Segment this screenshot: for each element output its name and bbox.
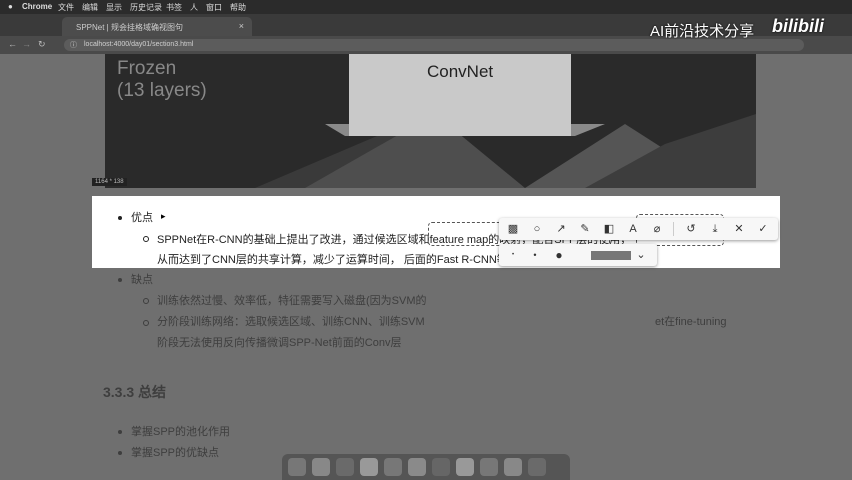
cnn-figure-image: Frozen (13 layers) ConvNet (105, 54, 756, 188)
chrome-icon[interactable] (360, 458, 378, 476)
app-icon[interactable] (528, 458, 546, 476)
annotation-toolbar: ▩ ○ ↗ ✎ ◧ A ⌀ ↺ ⤓ ✕ ✓ (499, 218, 778, 240)
bullet (143, 236, 149, 242)
tab-title: SPPNet | 规会挂格域确视图句 (76, 23, 183, 32)
app-icon[interactable] (456, 458, 474, 476)
cons-item-2-tail: et在fine-tuning (655, 316, 727, 328)
pen-icon[interactable]: ✎ (577, 221, 593, 237)
browser-tab[interactable]: SPPNet | 规会挂格域确视图句 × (62, 17, 252, 36)
cursor-icon: ▸ (161, 211, 166, 221)
bullet (143, 320, 149, 326)
menu-history[interactable]: 历史记录 (130, 2, 162, 13)
confirm-icon[interactable]: ✓ (755, 221, 771, 237)
launchpad-icon[interactable] (312, 458, 330, 476)
watermark-text: AI前沿技术分享 (650, 23, 755, 40)
menu-bar: ● Chrome 文件 编辑 显示 历史记录 书签 人 窗口 帮助 (0, 0, 852, 14)
back-icon[interactable]: ← (8, 39, 17, 49)
menu-people[interactable]: 人 (190, 2, 198, 13)
page-content: Frozen (13 layers) ConvNet 1164 * 138 优点… (0, 54, 852, 480)
frozen-label: Frozen (13 layers) (117, 58, 207, 101)
convnet-label: ConvNet (427, 62, 494, 81)
arrow-icon[interactable]: ↗ (553, 221, 569, 237)
bilibili-logo: bilibili (772, 16, 824, 36)
size-large-icon[interactable]: ● (551, 247, 567, 263)
eraser-icon[interactable]: ⌀ (649, 221, 665, 237)
ellipse-icon[interactable]: ○ (529, 221, 545, 237)
dimension-badge: 1164 * 138 (92, 178, 127, 186)
size-small-icon[interactable]: • (505, 247, 521, 263)
bullet (118, 451, 122, 455)
download-icon[interactable]: ⤓ (707, 221, 723, 237)
url-text: localhost:4000/day01/section3.html (84, 41, 194, 48)
menu-view[interactable]: 显示 (106, 2, 122, 13)
toolbar-divider (673, 222, 674, 236)
apple-icon[interactable]: ● (8, 2, 13, 11)
undo-icon[interactable]: ↺ (683, 221, 699, 237)
section-title: 3.3.3 总结 (103, 384, 167, 400)
safari-icon[interactable] (336, 458, 354, 476)
pros-title: 优点 (131, 212, 153, 224)
reload-icon[interactable]: ↻ (38, 39, 46, 50)
chevron-down-icon[interactable]: ⌄ (633, 247, 649, 263)
color-picker[interactable] (591, 251, 631, 260)
menu-bookmarks[interactable]: 书签 (166, 2, 182, 13)
app-icon[interactable] (480, 458, 498, 476)
menu-window[interactable]: 窗口 (206, 2, 222, 13)
annotation-options-bar: • • ● ⌄ (499, 244, 657, 266)
cons-item-1: 训练依然过慢、效率低，特征需要写入磁盘(因为SVM的 (157, 295, 427, 307)
summary-item-1: 掌握SPP的池化作用 (131, 426, 231, 438)
preview-icon[interactable] (408, 458, 426, 476)
close-tab-icon[interactable]: × (239, 21, 244, 31)
close-icon[interactable]: ✕ (731, 221, 747, 237)
forward-icon[interactable]: → (22, 39, 31, 49)
bullet (118, 216, 122, 220)
mosaic-icon[interactable]: ▩ (505, 221, 521, 237)
info-icon[interactable]: ⓘ (70, 40, 77, 50)
terminal-icon[interactable] (384, 458, 402, 476)
app-icon[interactable] (504, 458, 522, 476)
menu-app-name[interactable]: Chrome (22, 2, 52, 11)
blur-icon[interactable]: ◧ (601, 221, 617, 237)
dock (282, 454, 570, 480)
bullet (118, 278, 122, 282)
notes-icon[interactable] (432, 458, 450, 476)
cons-item-2: 分阶段训练网络：选取候选区域、训练CNN、训练SVM (157, 316, 425, 328)
cons-title: 缺点 (131, 274, 153, 286)
cons-item-2-line-2: 阶段无法使用反向传播微调SPP-Net前面的Conv层 (157, 337, 402, 349)
menu-edit[interactable]: 编辑 (82, 2, 98, 13)
finder-icon[interactable] (288, 458, 306, 476)
menu-file[interactable]: 文件 (58, 2, 74, 13)
menu-help[interactable]: 帮助 (230, 2, 246, 13)
text-icon[interactable]: A (625, 221, 641, 237)
bullet (118, 430, 122, 434)
bullet (143, 298, 149, 304)
summary-item-2: 掌握SPP的优缺点 (131, 447, 220, 459)
size-medium-icon[interactable]: • (527, 247, 543, 263)
